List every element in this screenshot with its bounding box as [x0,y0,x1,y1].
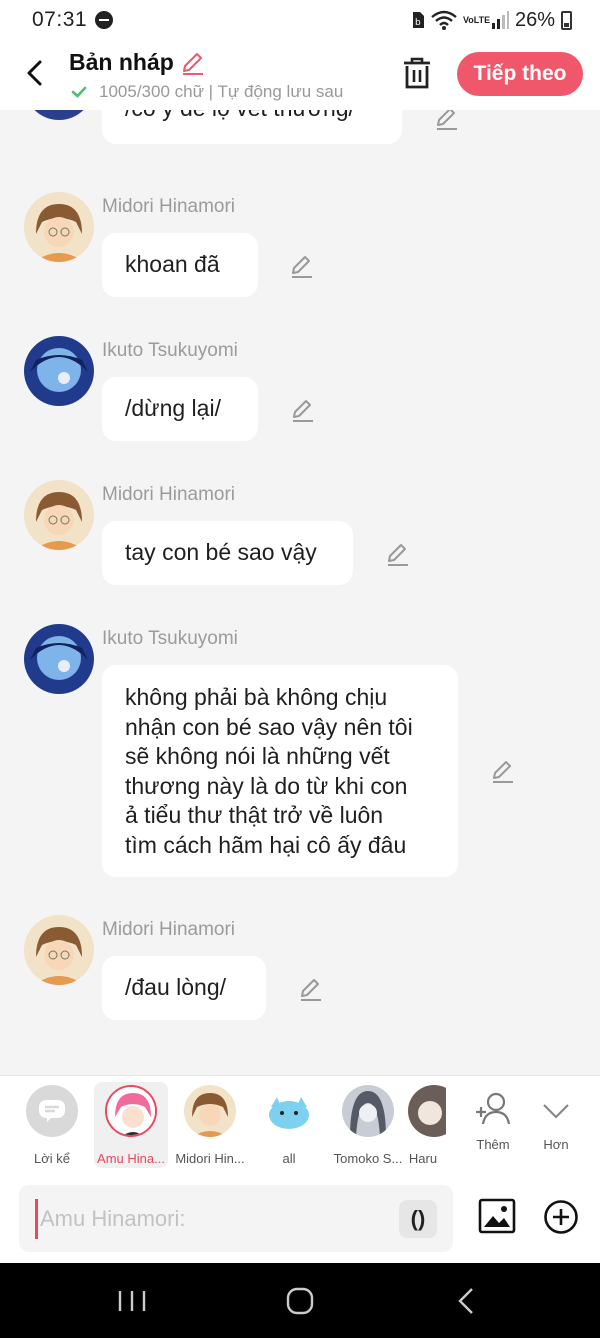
speaker-name: Midori Hinamori [102,484,236,505]
character-haru[interactable]: Haru [400,1082,446,1168]
volte-icon: VoLTE [462,14,491,25]
character-label: Tomoko S... [333,1151,403,1166]
message-input-box[interactable]: () [19,1185,453,1252]
home-icon[interactable] [280,1285,320,1317]
message-line: tìm cách hãm hại cô ấy đâu [125,831,407,858]
avatar-tomoko [342,1085,394,1137]
character-label: Haru [408,1151,438,1166]
message-line: ả tiểu thư thật trở về luôn [125,802,384,828]
status-icons: b VoLTE 26% [411,9,572,32]
speaker-name: Ikuto Tsukuyomi [102,628,238,649]
edit-message-icon[interactable] [298,976,324,1002]
avatar-midori [184,1085,236,1137]
recent-apps-icon[interactable] [112,1285,152,1317]
avatar[interactable] [24,110,94,120]
message-bubble[interactable]: không phải bà không chịu nhận con bé sao… [102,665,458,877]
edit-message-icon[interactable] [490,758,516,784]
avatar-all [263,1085,315,1137]
add-circle-icon[interactable] [543,1199,579,1235]
character-label: Amu Hina... [97,1151,165,1166]
character-label: Midori Hin... [175,1151,245,1166]
avatar-amu [105,1085,157,1137]
signal-icon [491,11,509,29]
character-tomoko[interactable]: Tomoko S... [331,1082,405,1168]
message-bubble[interactable]: tay con bé sao vậy [102,521,353,585]
character-narration[interactable]: Lời kể [15,1082,89,1168]
edit-message-icon[interactable] [385,541,411,567]
speaker-name: Midori Hinamori [102,919,236,940]
character-label: all [282,1151,296,1166]
add-person-icon [476,1092,511,1125]
message-bubble[interactable]: /dừng lại/ [102,377,258,441]
system-nav-bar [0,1263,600,1338]
editor-header: Bản nháp 1005/300 chữ | Tự động lưu sau … [0,40,600,110]
word-count-text: 1005/300 chữ | Tự động lưu sau [99,82,344,101]
chat-area[interactable]: /cố ý để lộ vết thương/ Midori Hinamori … [0,110,600,1075]
character-all[interactable]: all [252,1082,326,1168]
message-text: /dừng lại/ [125,395,221,422]
draft-title[interactable]: Bản nháp [69,49,206,76]
battery-percent: 26% [514,8,555,31]
ikuto-avatar-image [24,110,94,120]
sim-icon: b [412,12,424,28]
avatar[interactable] [24,624,94,694]
narration-icon [26,1085,78,1137]
avatar[interactable] [24,192,94,262]
status-time: 07:31 [32,8,88,31]
avatar[interactable] [24,336,94,406]
trash-icon[interactable] [400,54,434,92]
draft-title-text: Bản nháp [69,49,174,75]
message-text: /đau lòng/ [125,974,227,1001]
message-input-bar: () [0,1175,600,1263]
midori-avatar-image [24,480,94,550]
next-button[interactable]: Tiếp theo [457,52,583,96]
check-icon [69,82,89,102]
character-amu[interactable]: Amu Hina... [94,1082,168,1168]
message-input[interactable] [35,1199,395,1239]
word-count-status: 1005/300 chữ | Tự động lưu sau [69,82,379,102]
avatar-haru [408,1085,446,1137]
avatar[interactable] [24,915,94,985]
character-label: Lời kể [34,1151,70,1166]
image-icon[interactable] [478,1197,516,1235]
message-bubble[interactable]: /cố ý để lộ vết thương/ [102,110,402,144]
edit-message-icon[interactable] [289,253,315,279]
ikuto-avatar-image [24,336,94,406]
pencil-icon[interactable] [180,50,206,76]
midori-avatar-image [24,192,94,262]
message-line: thương này là do từ khi con [125,772,408,799]
message-bubble[interactable]: khoan đã [102,233,258,297]
message-line: nhận con bé sao vậy nên tôi [125,713,413,740]
character-selector: Lời kể Amu Hina... Midori Hin... all Tom… [0,1075,600,1175]
message-text: tay con bé sao vậy [125,539,317,566]
ikuto-avatar-image [24,624,94,694]
battery-icon [561,10,572,30]
speaker-name: Midori Hinamori [102,196,236,217]
message-text: /cố ý để lộ vết thương/ [125,110,355,124]
avatar[interactable] [24,480,94,550]
action-brackets-button[interactable]: () [399,1200,437,1238]
edit-message-icon[interactable] [290,397,316,423]
message-line: không phải bà không chịu [125,684,388,710]
do-not-disturb-icon [95,11,114,29]
status-bar: 07:31 b VoLTE 26% [0,0,600,40]
message-text: khoan đã [125,251,220,278]
wifi-icon [431,10,457,30]
edit-message-icon[interactable] [434,110,460,131]
character-label: Hơn [543,1137,569,1152]
message-bubble[interactable]: /đau lòng/ [102,956,266,1020]
back-nav-icon[interactable] [448,1285,488,1317]
midori-avatar-image [24,915,94,985]
more-button[interactable]: Hơn [519,1082,593,1168]
chevron-down-icon [543,1104,569,1119]
svg-text:b: b [415,18,421,28]
speaker-name: Ikuto Tsukuyomi [102,340,238,361]
message-line: sẽ không nói là những vết [125,743,390,769]
back-icon[interactable] [20,56,50,90]
character-midori[interactable]: Midori Hin... [173,1082,247,1168]
